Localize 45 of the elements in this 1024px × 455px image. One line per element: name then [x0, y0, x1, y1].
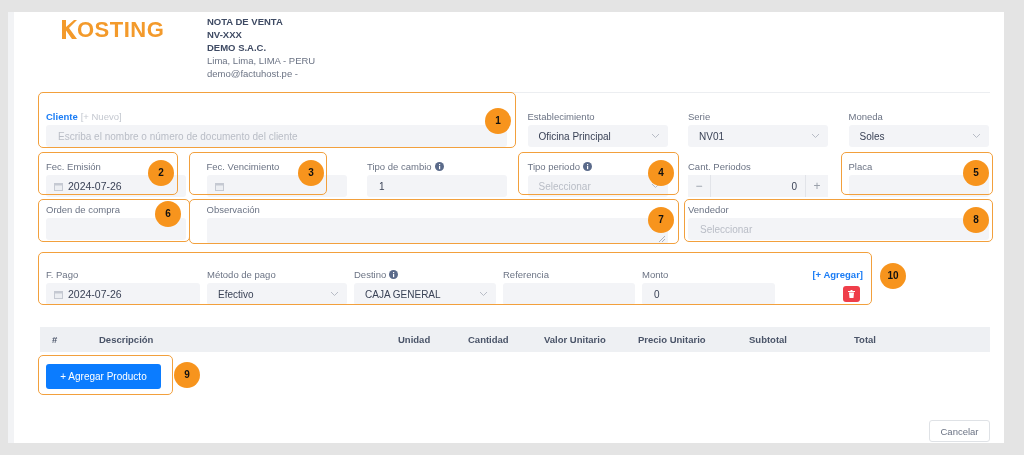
field-label: Fec. Vencimiento [206, 160, 280, 172]
field-label: Método de pago [207, 268, 276, 280]
cancel-button[interactable]: Cancelar [929, 420, 990, 442]
field-label: Tipo periodo [527, 160, 580, 172]
field-label: Monto [642, 268, 669, 280]
column-header: Valor Unitario [544, 334, 607, 345]
field-label: Orden de compra [46, 203, 120, 215]
input-field[interactable]: 0 [642, 283, 775, 305]
add-payment-link[interactable]: [+ Agregar] [812, 269, 863, 280]
field-label: Vendedor [688, 203, 729, 215]
input-field[interactable]: 1 [367, 175, 507, 197]
column-header: Unidad [398, 334, 432, 345]
date-field[interactable]: 2024-07-26 [46, 283, 200, 305]
company-address: Lima, Lima, LIMA - PERU [207, 54, 317, 67]
field-label: Destino [354, 268, 387, 280]
select-field[interactable]: Efectivo [207, 283, 347, 305]
field-label: Observación [206, 203, 260, 215]
column-header: Descripción [99, 334, 155, 345]
select-field[interactable]: CAJA GENERAL [354, 283, 496, 305]
column-header: Total [854, 334, 877, 345]
select-field[interactable]: Oficina Principal [527, 125, 668, 147]
column-header: # [52, 334, 59, 345]
field-label: Fec. Emisión [46, 160, 101, 172]
column-header: Precio Unitario [638, 334, 707, 345]
field-label: Serie [688, 110, 711, 122]
select-field[interactable]: Soles [848, 125, 989, 147]
select-field[interactable]: NV01 [688, 125, 828, 147]
logo-text: OSTING [77, 19, 165, 41]
field-label: Placa [848, 160, 873, 172]
document-type: NOTA DE VENTA [207, 15, 284, 28]
field-label: Cliente [46, 110, 78, 122]
field-label: Moneda [848, 110, 883, 122]
field-label: F. Pago [46, 268, 79, 280]
field-label: Cant. Periodos [688, 160, 751, 172]
number-field[interactable]: 0 [710, 175, 806, 197]
company-name: DEMO S.A.C. [207, 41, 268, 54]
column-header: Cantidad [468, 334, 510, 345]
field-label: Tipo de cambio [367, 160, 432, 172]
add-product-button[interactable]: + Agregar Producto [46, 364, 161, 389]
field-label: Referencia [503, 268, 549, 280]
date-field[interactable]: 2024-07-26 [46, 175, 186, 197]
company-email: demo@factuhost.pe - [207, 67, 299, 80]
field-label: Establecimiento [527, 110, 595, 122]
document-number: NV-XXX [207, 28, 243, 41]
column-header: Subtotal [749, 334, 788, 345]
